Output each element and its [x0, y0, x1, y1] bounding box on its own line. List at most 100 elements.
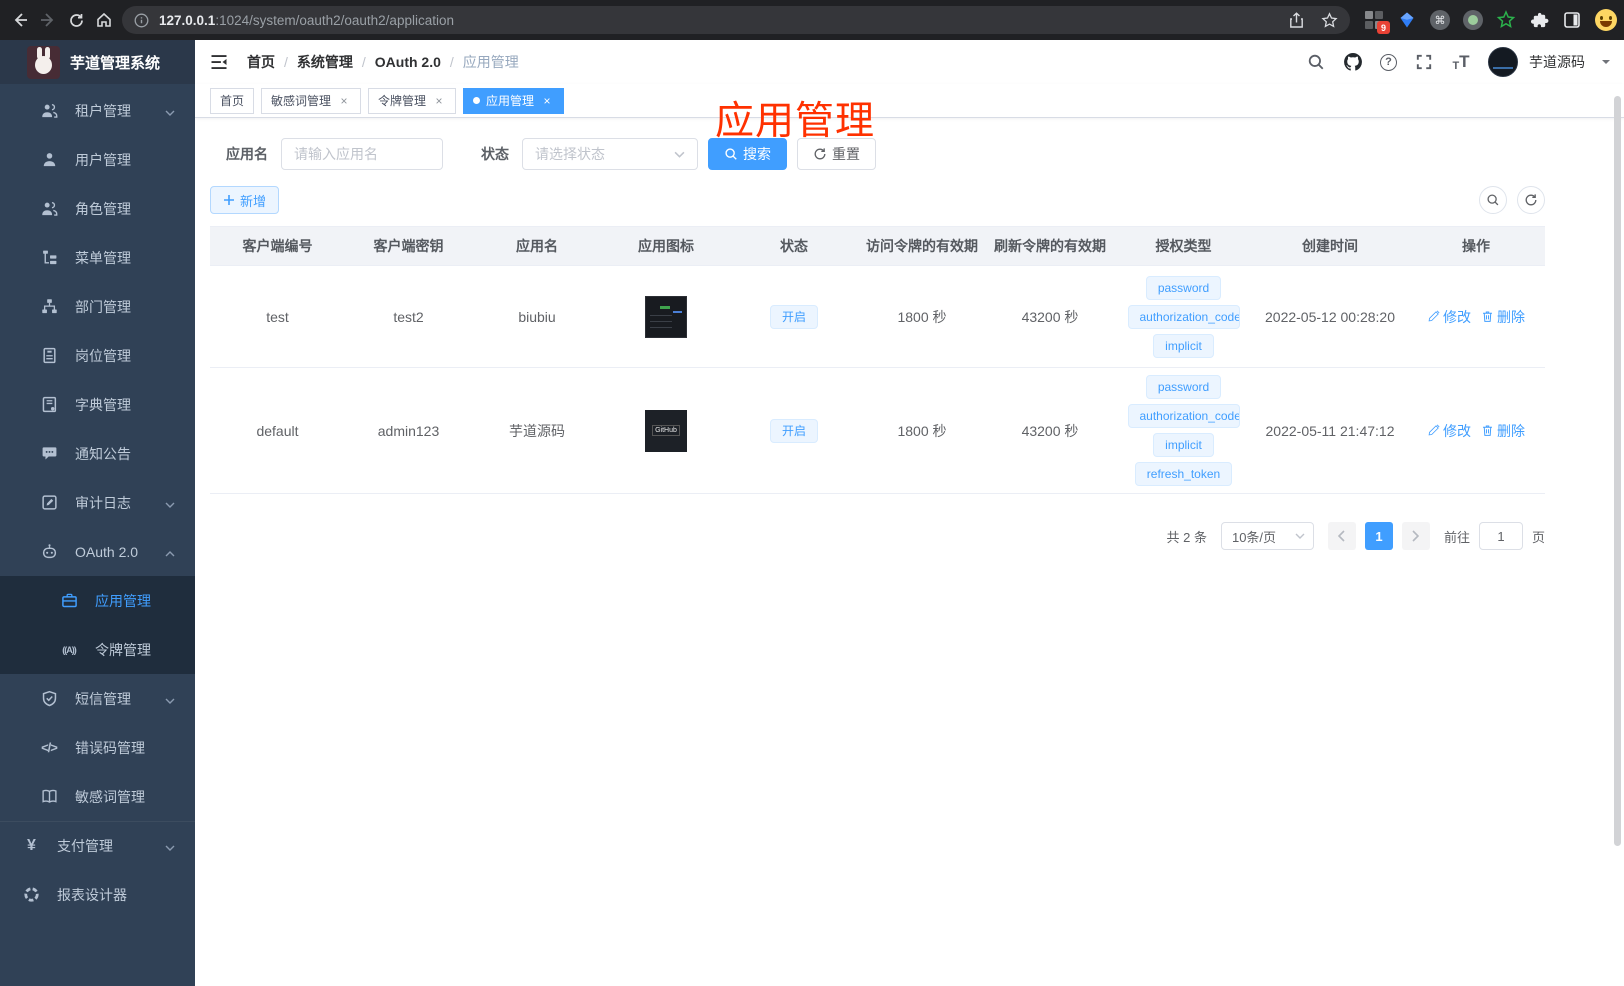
extension-star-icon[interactable]	[1496, 10, 1516, 30]
sidebar-item-errcode[interactable]: </> 错误码管理	[0, 723, 195, 772]
col-actions: 操作	[1462, 238, 1490, 254]
grant-type-badge: implicit	[1153, 433, 1214, 457]
sidebar-item-user[interactable]: 用户管理	[0, 135, 195, 184]
extension-gem-icon[interactable]	[1397, 10, 1417, 30]
github-icon[interactable]	[1343, 52, 1363, 72]
sidebar-item-dept[interactable]: 部门管理	[0, 282, 195, 331]
grant-type-badge: authorization_code	[1127, 304, 1240, 329]
next-page-button[interactable]	[1401, 522, 1430, 550]
browser-reload-icon[interactable]	[66, 10, 86, 30]
sidebar-item-sms[interactable]: 短信管理	[0, 674, 195, 723]
sidebar-item-label: 支付管理	[57, 838, 113, 854]
status-select[interactable]: 请选择状态	[522, 138, 698, 170]
sidebar-collapse-icon[interactable]	[209, 52, 229, 72]
refresh-table-button[interactable]	[1517, 186, 1545, 214]
site-info-icon[interactable]	[134, 13, 149, 28]
delete-link[interactable]: 删除	[1481, 421, 1525, 441]
breadcrumb-home[interactable]: 首页	[247, 52, 275, 72]
status-select-placeholder: 请选择状态	[535, 146, 605, 162]
search-icon[interactable]	[1306, 52, 1326, 72]
extension-puzzle-icon[interactable]	[1529, 10, 1549, 30]
col-refresh-ttl: 刷新令牌的有效期	[994, 238, 1106, 254]
browser-forward-icon[interactable]	[38, 10, 58, 30]
sidebar-item-label: 岗位管理	[75, 347, 131, 364]
sidebar-item-oauth[interactable]: OAuth 2.0	[0, 527, 195, 576]
edit-link[interactable]: 修改	[1427, 307, 1471, 327]
extension-blocks-icon[interactable]: 9	[1364, 10, 1390, 34]
sidebar-item-oauth-token[interactable]: ((A)) 令牌管理	[0, 625, 195, 674]
grant-type-badge: password	[1145, 375, 1222, 399]
tab-token[interactable]: 令牌管理 ×	[368, 87, 457, 114]
close-icon[interactable]: ×	[540, 94, 554, 108]
col-status: 状态	[780, 238, 808, 254]
app-name-input[interactable]	[281, 138, 443, 170]
sidebar-item-oauth-application[interactable]: 应用管理	[0, 576, 195, 625]
app-icon-thumbnail	[645, 295, 687, 338]
extension-cmd-icon[interactable]: ⌘	[1430, 10, 1450, 30]
page-number-button[interactable]: 1	[1364, 522, 1393, 550]
edit-pencil-icon	[1428, 310, 1440, 322]
sidebar-item-tenant[interactable]: 租户管理	[0, 86, 195, 135]
cell-actions: 修改 删除	[1407, 307, 1545, 327]
url-bar[interactable]: 127.0.0.1:1024/system/oauth2/oauth2/appl…	[122, 6, 1350, 34]
robot-icon	[40, 543, 58, 560]
page-size-select[interactable]: 10条/页	[1220, 522, 1314, 550]
tab-home[interactable]: 首页	[210, 87, 255, 114]
goto-page-input[interactable]	[1478, 522, 1523, 550]
tab-label: 应用管理	[486, 94, 535, 108]
sidebar-item-post[interactable]: 岗位管理	[0, 331, 195, 380]
refresh-icon	[814, 148, 826, 160]
sidebar-item-label: 角色管理	[75, 200, 131, 217]
table-header-row: 客户端编号 客户端密钥 应用名 应用图标 状态 访问令牌的有效期 刷新令牌的有效…	[210, 226, 1545, 266]
delete-link[interactable]: 删除	[1481, 307, 1525, 327]
scrollbar-thumb[interactable]	[1614, 96, 1621, 846]
prev-page-button[interactable]	[1327, 522, 1356, 550]
chevron-left-icon	[1338, 530, 1346, 542]
sidebar-item-label: 租户管理	[75, 102, 131, 119]
show-search-button[interactable]	[1479, 186, 1507, 214]
cell-grant-types: password authorization_code implicit ref…	[1114, 373, 1253, 489]
status-badge: 开启	[769, 304, 818, 329]
table-toolbar: 新增	[210, 186, 1545, 214]
reset-button[interactable]: 重置	[797, 138, 876, 170]
extension-emoji-icon[interactable]	[1595, 9, 1617, 31]
sidebar-item-menu[interactable]: 菜单管理	[0, 233, 195, 282]
app-logo[interactable]: 芋道管理系统	[0, 40, 195, 84]
chevron-up-icon	[165, 544, 175, 560]
app-icon-thumbnail: GitHub	[645, 409, 687, 452]
extension-dot-icon[interactable]	[1463, 10, 1483, 30]
font-size-icon[interactable]: TT	[1451, 52, 1471, 72]
browser-home-icon[interactable]	[94, 10, 114, 30]
sidebar-item-payment[interactable]: ¥ 支付管理	[0, 821, 195, 870]
sidebar-item-dict[interactable]: 字典管理	[0, 380, 195, 429]
user-menu-caret-icon[interactable]	[1602, 60, 1610, 68]
page-suffix-label: 页	[1531, 529, 1545, 545]
user-icon	[40, 151, 58, 168]
breadcrumb-system[interactable]: 系统管理	[297, 52, 353, 72]
sidebar-item-report-designer[interactable]: 报表设计器	[0, 870, 195, 919]
close-icon[interactable]: ×	[337, 94, 351, 108]
avatar[interactable]	[1488, 47, 1518, 77]
extension-sidepanel-icon[interactable]	[1562, 10, 1582, 30]
help-icon[interactable]: ?	[1380, 53, 1397, 71]
bookmark-star-icon[interactable]	[1321, 11, 1338, 29]
share-icon[interactable]	[1288, 11, 1305, 29]
add-button[interactable]: 新增	[210, 186, 280, 214]
close-icon[interactable]: ×	[432, 94, 446, 108]
sidebar-item-notice[interactable]: 通知公告	[0, 429, 195, 478]
search-button[interactable]: 搜索	[708, 138, 787, 170]
status-label: 状态	[481, 146, 509, 162]
tab-application[interactable]: 应用管理 ×	[463, 87, 565, 114]
sidebar-item-role[interactable]: 角色管理	[0, 184, 195, 233]
token-icon: ((A))	[62, 644, 77, 655]
browser-back-icon[interactable]	[10, 10, 30, 30]
tab-sensitive-word[interactable]: 敏感词管理 ×	[261, 87, 362, 114]
fullscreen-icon[interactable]	[1414, 52, 1434, 72]
sidebar-item-audit-log[interactable]: 审计日志	[0, 478, 195, 527]
sidebar-item-sensitive-word[interactable]: 敏感词管理	[0, 772, 195, 821]
cell-status: 开启	[730, 304, 858, 329]
app-title: 芋道管理系统	[70, 54, 161, 72]
app-name-label: 应用名	[226, 146, 268, 162]
edit-link[interactable]: 修改	[1427, 421, 1471, 441]
breadcrumb-oauth[interactable]: OAuth 2.0	[375, 54, 441, 70]
